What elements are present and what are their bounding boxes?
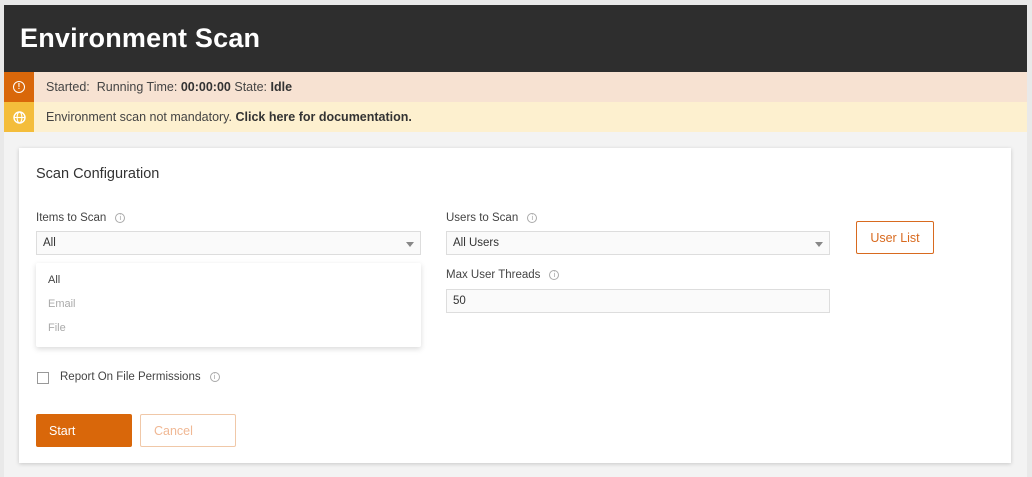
info-icon[interactable]: i <box>549 270 560 280</box>
dropdown-option-file[interactable]: File <box>36 316 421 340</box>
items-to-scan-label: Items to Scan i <box>36 212 126 224</box>
max-user-threads-input[interactable]: 50 <box>446 289 830 313</box>
cancel-button[interactable]: Cancel <box>140 414 236 447</box>
report-file-permissions-checkbox[interactable] <box>37 372 49 384</box>
status-banner: ! Started: Running Time: 00:00:00 State:… <box>4 72 1027 102</box>
items-to-scan-select[interactable]: All <box>36 231 421 255</box>
info-icon: ! <box>4 72 34 102</box>
page-title: Environment Scan <box>20 23 261 53</box>
info-icon[interactable]: i <box>115 213 126 223</box>
scan-configuration-card: Scan Configuration Items to Scan i All A… <box>19 148 1011 463</box>
info-icon[interactable]: i <box>527 213 538 223</box>
card-title: Scan Configuration <box>36 166 160 182</box>
status-text: Started: Running Time: 00:00:00 State: I… <box>34 80 292 94</box>
state-value: Idle <box>270 80 293 94</box>
chevron-down-icon <box>815 242 823 247</box>
items-to-scan-dropdown: All Email File <box>36 263 421 347</box>
users-to-scan-select[interactable]: All Users <box>446 231 830 255</box>
app-frame: Environment Scan ! Started: Running Time… <box>4 5 1027 477</box>
notice-banner: Environment scan not mandatory. Click he… <box>4 102 1027 132</box>
running-time-value: 00:00:00 <box>180 80 231 94</box>
report-file-permissions-label: Report On File Permissions i <box>60 371 220 383</box>
state-label: State: <box>234 80 268 94</box>
notice-text: Environment scan not mandatory. Click he… <box>34 110 412 124</box>
started-label: Started: <box>46 80 90 94</box>
max-user-threads-label: Max User Threads i <box>446 269 560 281</box>
title-bar: Environment Scan <box>4 5 1027 72</box>
running-time-label: Running Time: <box>96 80 178 94</box>
notice-message: Environment scan not mandatory. <box>46 110 232 124</box>
info-icon[interactable]: i <box>209 372 220 382</box>
globe-icon <box>4 102 34 132</box>
users-to-scan-label: Users to Scan i <box>446 212 538 224</box>
dropdown-option-email[interactable]: Email <box>36 292 421 316</box>
dropdown-option-all[interactable]: All <box>36 268 421 292</box>
start-button[interactable]: Start <box>36 414 132 447</box>
chevron-down-icon <box>406 242 414 247</box>
user-list-button[interactable]: User List <box>856 221 934 254</box>
documentation-link[interactable]: Click here for documentation. <box>235 110 411 124</box>
